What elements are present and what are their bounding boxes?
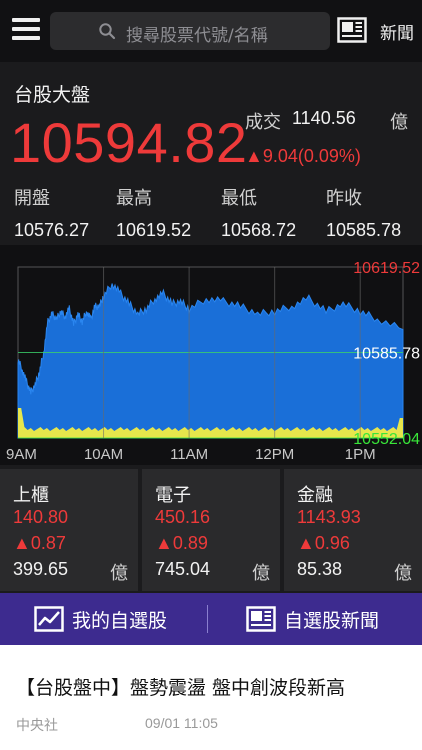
volume-label: 成交: [245, 112, 281, 133]
news-link[interactable]: 新聞: [380, 19, 414, 44]
action-divider: [207, 605, 208, 633]
price-area: [17, 283, 404, 439]
sector-tile-finance[interactable]: 金融 1143.93 ▲0.96 85.38 億: [284, 469, 422, 591]
stat-value: 10619.52: [116, 220, 192, 240]
stat-label: 昨收: [326, 188, 362, 209]
newspaper-icon: [246, 606, 276, 632]
stat-low: 最低 10568.72: [221, 184, 325, 241]
index-change: ▲9.04(0.09%): [245, 146, 361, 166]
chart-line-icon: [34, 606, 64, 632]
index-value: 10594.82: [10, 111, 248, 174]
x-tick-label: 12PM: [255, 446, 294, 463]
watchlist-news-label: 自選股新聞: [284, 609, 380, 632]
sector-volume: 399.65: [13, 559, 69, 579]
action-bar: 我的自選股 自選股新聞: [0, 593, 422, 645]
sector-change: ▲0.96: [297, 533, 350, 553]
x-tick-label: 10AM: [84, 446, 123, 463]
stat-label: 最高: [116, 188, 152, 209]
sector-volume: 85.38: [297, 559, 343, 579]
sector-tile-electronics[interactable]: 電子 450.16 ▲0.89 745.04 億: [142, 469, 280, 591]
stat-prev-close: 昨收 10585.78: [326, 184, 422, 241]
stat-open: 開盤 10576.27: [14, 184, 118, 241]
stat-value: 10585.78: [326, 220, 402, 240]
sector-name: 金融: [297, 485, 333, 506]
search-input[interactable]: 搜尋股票代號/名稱: [50, 12, 330, 50]
newspaper-icon[interactable]: [337, 17, 367, 43]
sector-price: 450.16: [155, 507, 211, 527]
stat-high: 最高 10619.52: [116, 184, 220, 241]
intraday-chart[interactable]: 10619.52 10585.78 10552.04 9AM 10AM 11AM 12PM 1…: [0, 245, 422, 465]
stat-label: 開盤: [14, 188, 50, 209]
menu-icon[interactable]: [12, 18, 40, 42]
volume-value: 1140.56: [292, 108, 356, 128]
news-time: 09/01 11:05: [145, 715, 218, 731]
sector-change: ▲0.87: [13, 533, 66, 553]
sector-name: 電子: [155, 485, 191, 506]
news-item[interactable]: 【台股盤中】盤勢震盪 盤中創波段新高 中央社 09/01 11:05: [0, 645, 422, 750]
sector-volume-unit: 億: [252, 563, 270, 584]
sector-price: 140.80: [13, 507, 69, 527]
chart-svg: 10619.5210585.7810552.049AM 10AM 11AM 12PM 1…: [6, 260, 420, 463]
volume-unit: 億: [390, 112, 408, 133]
sector-volume-unit: 億: [110, 563, 128, 584]
stat-value: 10568.72: [221, 220, 297, 240]
sector-price: 1143.93: [297, 507, 361, 527]
sector-tiles: 上櫃 140.80 ▲0.87 399.65 億 電子 450.16 ▲0.89…: [0, 469, 422, 591]
x-tick-label: 11AM: [170, 446, 208, 463]
stat-value: 10576.27: [14, 220, 90, 240]
stat-label: 最低: [221, 188, 257, 209]
news-source: 中央社: [16, 718, 58, 734]
x-tick-label: 1PM: [345, 446, 376, 463]
sector-name: 上櫃: [13, 485, 49, 506]
search-icon: [99, 23, 116, 40]
sector-tile-otc[interactable]: 上櫃 140.80 ▲0.87 399.65 億: [0, 469, 138, 591]
news-headline: 【台股盤中】盤勢震盪 盤中創波段新高: [16, 677, 346, 699]
search-placeholder: 搜尋股票代號/名稱: [126, 26, 268, 46]
sector-volume: 745.04: [155, 559, 211, 579]
y-label: 10619.52: [353, 260, 420, 277]
x-tick-label: 9AM: [6, 446, 37, 463]
watchlist-news-button[interactable]: 自選股新聞: [246, 593, 379, 645]
index-title: 台股大盤: [14, 84, 91, 106]
watchlist-label: 我的自選股: [72, 609, 168, 632]
watchlist-button[interactable]: 我的自選股: [34, 593, 167, 645]
sector-change: ▲0.89: [155, 533, 208, 553]
top-bar: 搜尋股票代號/名稱 新聞: [0, 0, 422, 62]
sector-volume-unit: 億: [394, 563, 412, 584]
y-label: 10585.78: [353, 346, 420, 363]
